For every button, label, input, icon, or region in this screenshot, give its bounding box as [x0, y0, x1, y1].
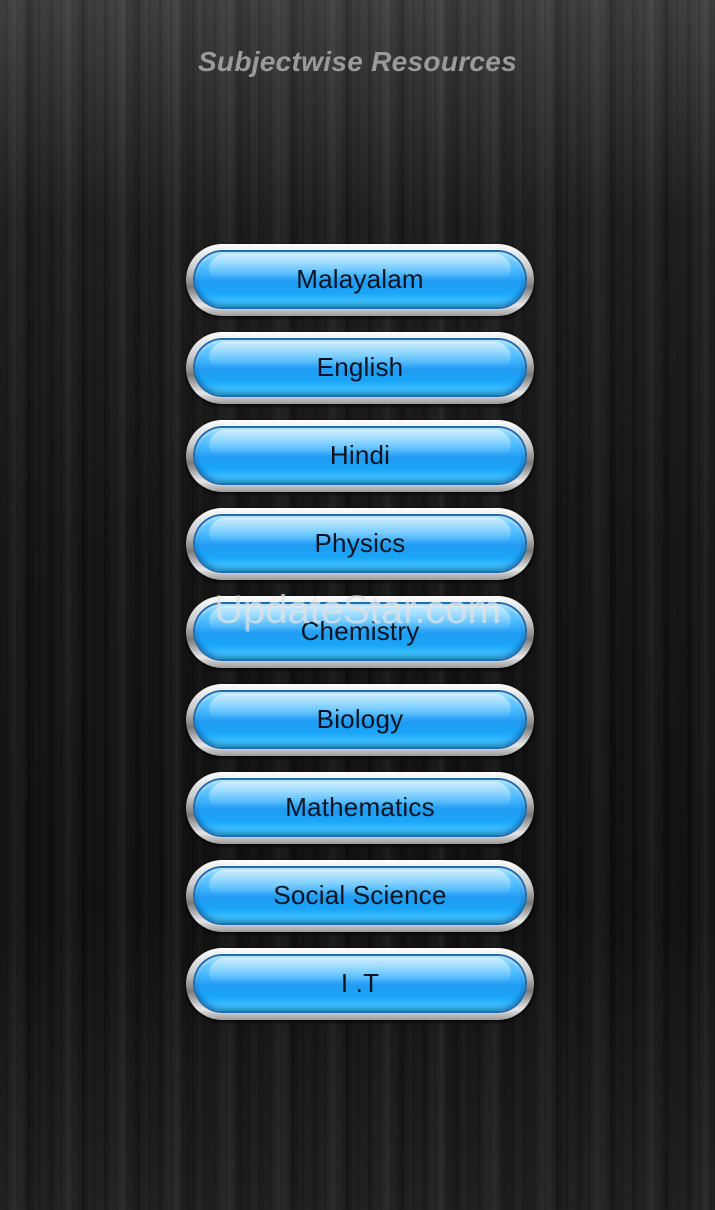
subject-button-social-science[interactable]: Social Science: [186, 860, 534, 932]
button-face: I .T: [195, 956, 525, 1011]
subject-button-chemistry[interactable]: Chemistry: [186, 596, 534, 668]
subject-button-hindi[interactable]: Hindi: [186, 420, 534, 492]
subject-button-label: English: [316, 352, 404, 382]
subject-button-label: Social Science: [273, 880, 447, 910]
subject-button-it[interactable]: I .T: [186, 948, 534, 1020]
page-title: Subjectwise Resources: [197, 46, 518, 77]
subject-button-label: Biology: [316, 704, 404, 734]
subject-button-label: I .T: [340, 968, 380, 998]
subject-button-label: Chemistry: [300, 616, 420, 646]
button-face: Physics: [195, 516, 525, 571]
button-face: Mathematics: [195, 780, 525, 835]
subject-button-label: Hindi: [329, 440, 391, 470]
subject-button-label: Mathematics: [285, 792, 435, 822]
subject-button-english[interactable]: English: [186, 332, 534, 404]
button-face: Biology: [195, 692, 525, 747]
subject-button-mathematics[interactable]: Mathematics: [186, 772, 534, 844]
subject-button-physics[interactable]: Physics: [186, 508, 534, 580]
button-face: Chemistry: [195, 604, 525, 659]
subject-button-biology[interactable]: Biology: [186, 684, 534, 756]
subject-button-label: Malayalam: [296, 264, 424, 294]
button-face: Hindi: [195, 428, 525, 483]
button-face: Malayalam: [195, 252, 525, 307]
subject-button-malayalam[interactable]: Malayalam: [186, 244, 534, 316]
button-face: Social Science: [195, 868, 525, 923]
subject-button-list: Malayalam English Hindi Physics Chemistr…: [186, 244, 534, 1036]
button-face: English: [195, 340, 525, 395]
subject-button-label: Physics: [314, 528, 406, 558]
